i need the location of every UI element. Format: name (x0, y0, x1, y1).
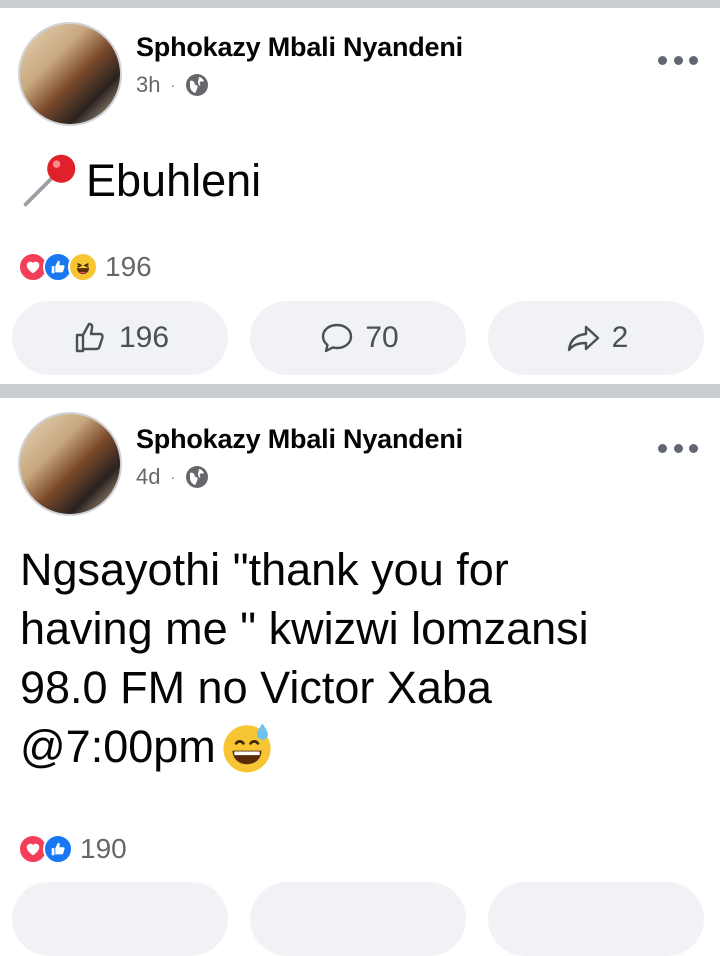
reaction-summary[interactable]: 190 (18, 833, 127, 865)
like-button[interactable]: 196 (12, 301, 228, 375)
comment-button[interactable]: 70 (250, 301, 466, 375)
post-text: Ebuhleni (20, 150, 261, 210)
more-dot-icon (658, 443, 667, 453)
post-text-line: Ngsayothi "thank you for (20, 544, 509, 595)
reaction-count: 190 (80, 833, 127, 864)
post-meta: 3h · (136, 72, 209, 98)
post-actions: 196 70 2 (12, 301, 704, 375)
post-text: Ngsayothi "thank you for having me " kwi… (20, 540, 700, 776)
comment-icon (322, 323, 353, 353)
globe-icon (186, 74, 209, 96)
globe-icon (186, 466, 209, 488)
post-time[interactable]: 3h (136, 72, 160, 98)
author-avatar[interactable] (18, 412, 122, 516)
post-text-content: Ebuhleni (86, 154, 262, 206)
post-text-line: @7:00pm (20, 721, 216, 772)
meta-separator: · (170, 77, 176, 93)
more-dot-icon (689, 55, 698, 65)
pushpin-icon (23, 154, 76, 207)
post-text-line: 98.0 FM no Victor Xaba (20, 662, 492, 713)
more-dot-icon (673, 55, 683, 65)
comment-button[interactable] (250, 882, 466, 956)
author-avatar[interactable] (18, 22, 122, 126)
post-actions (12, 882, 704, 956)
post-2: Sphokazy Mbali Nyandeni 4d · Ngsayothi "… (0, 398, 720, 956)
more-dot-icon (673, 443, 683, 453)
comment-count: 70 (365, 321, 399, 354)
post-meta: 4d · (136, 464, 209, 490)
author-name[interactable]: Sphokazy Mbali Nyandeni (136, 424, 463, 455)
like-icon (75, 322, 104, 353)
feed-divider-top (0, 0, 720, 8)
more-options-button[interactable] (658, 54, 698, 66)
reaction-summary[interactable]: 196 (18, 251, 152, 283)
more-dot-icon (658, 55, 667, 65)
feed-divider (0, 384, 720, 398)
post-text-line-last: @7:00pm (20, 717, 700, 776)
meta-separator: · (170, 469, 176, 485)
post-1: Sphokazy Mbali Nyandeni 3h · Ebuhleni 19… (0, 8, 720, 388)
grinning-sweat-emoji-icon (223, 722, 271, 772)
like-reaction-icon (43, 834, 73, 864)
more-options-button[interactable] (658, 442, 698, 454)
reaction-count: 196 (105, 251, 152, 282)
share-count: 2 (611, 321, 629, 354)
like-count: 196 (118, 321, 170, 354)
haha-reaction-icon (68, 252, 98, 282)
more-dot-icon (689, 443, 698, 453)
author-name[interactable]: Sphokazy Mbali Nyandeni (136, 32, 463, 63)
post-text-line: having me " kwizwi lomzansi (20, 603, 589, 654)
like-button[interactable] (12, 882, 228, 956)
share-icon (567, 325, 599, 352)
share-button[interactable]: 2 (488, 301, 704, 375)
share-button[interactable] (488, 882, 704, 956)
post-time[interactable]: 4d (136, 464, 160, 490)
